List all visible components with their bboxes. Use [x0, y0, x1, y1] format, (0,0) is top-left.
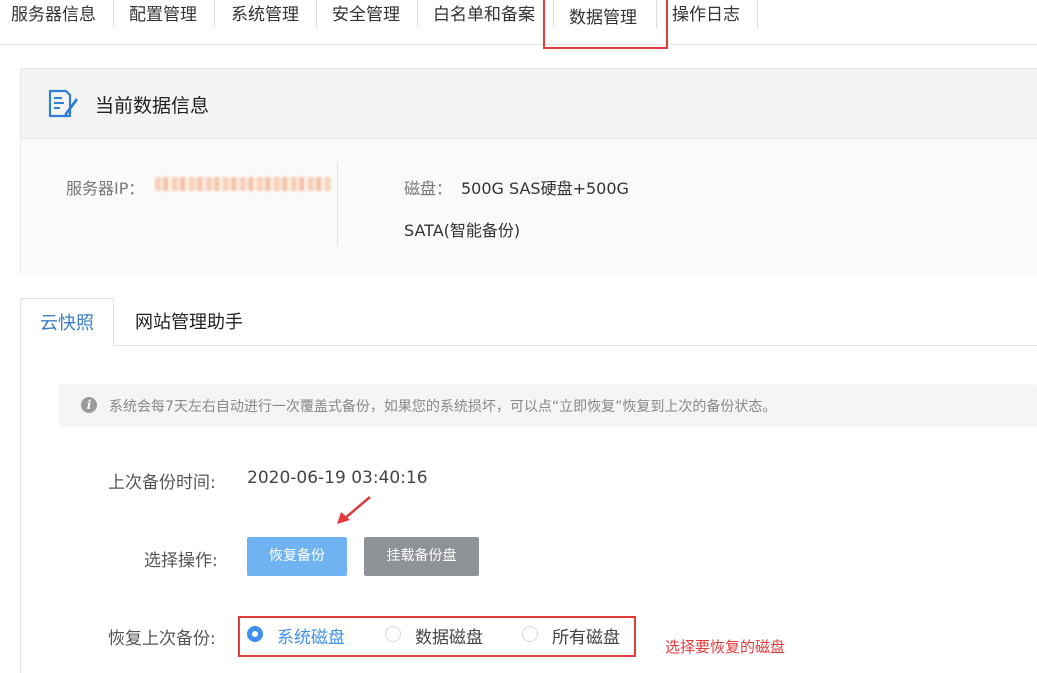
radio-data-disk-label[interactable]: 数据磁盘 [415, 623, 483, 648]
panel-title: 当前数据信息 [95, 95, 210, 117]
content-border [20, 346, 21, 673]
tab-security[interactable]: 安全管理 [332, 0, 400, 30]
disk-label: 磁盘： [404, 179, 453, 198]
last-backup-value: 2020-06-19 03:40:16 [247, 468, 428, 488]
tab-operation-log[interactable]: 操作日志 [672, 0, 740, 30]
top-nav: 服务器信息 配置管理 系统管理 安全管理 白名单和备案 数据管理 操作日志 [0, 0, 1037, 45]
server-ip-value-blurred [155, 177, 331, 191]
tab-site-assistant[interactable]: 网站管理助手 [115, 298, 263, 345]
mount-backup-disk-button[interactable]: 挂载备份盘 [364, 537, 479, 576]
notice-bar: i 系统会每7天左右自动进行一次覆盖式备份，如果您的系统损坏，可以点“立即恢复”… [59, 384, 1037, 427]
radio-system-disk[interactable] [247, 626, 263, 642]
document-edit-icon [48, 89, 78, 118]
notice-text: 系统会每7天左右自动进行一次覆盖式备份，如果您的系统损坏，可以点“立即恢复”恢复… [109, 399, 777, 415]
info-icon: i [81, 397, 97, 413]
sub-tabs: 云快照 网站管理助手 [20, 298, 1037, 346]
radio-system-disk-label[interactable]: 系统磁盘 [277, 623, 345, 648]
radio-all-disks[interactable] [522, 626, 538, 642]
select-action-label: 选择操作: [144, 551, 218, 571]
tab-separator [214, 0, 215, 28]
panel-header: 当前数据信息 [21, 69, 1037, 139]
tab-separator [113, 0, 114, 28]
restore-last-backup-label: 恢复上次备份: [108, 629, 216, 649]
restore-backup-button[interactable]: 恢复备份 [247, 537, 347, 576]
data-info-panel: 当前数据信息 [20, 68, 1037, 273]
disk-value-line2: SATA(智能备份) [404, 221, 521, 240]
panel-body [21, 139, 1037, 273]
last-backup-label: 上次备份时间: [108, 473, 216, 493]
tab-separator [757, 0, 758, 28]
tab-system[interactable]: 系统管理 [231, 0, 299, 30]
radio-data-disk[interactable] [385, 626, 401, 642]
annotation-text: 选择要恢复的磁盘 [665, 638, 786, 656]
annotation-arrow-icon [337, 496, 371, 524]
tab-whitelist[interactable]: 白名单和备案 [433, 0, 535, 30]
active-tab-highlight [543, 0, 668, 49]
tab-separator [316, 0, 317, 28]
tab-cloud-snapshot[interactable]: 云快照 [20, 298, 114, 346]
tab-config[interactable]: 配置管理 [129, 0, 197, 30]
tab-underline [114, 345, 1037, 346]
panel-divider [337, 162, 338, 246]
disk-value-line1: 500G SAS硬盘+500G [461, 179, 629, 198]
tab-server-info[interactable]: 服务器信息 [11, 0, 96, 30]
tab-separator [417, 0, 418, 28]
server-ip-label: 服务器IP： [66, 179, 145, 198]
radio-all-disks-label[interactable]: 所有磁盘 [552, 623, 620, 648]
